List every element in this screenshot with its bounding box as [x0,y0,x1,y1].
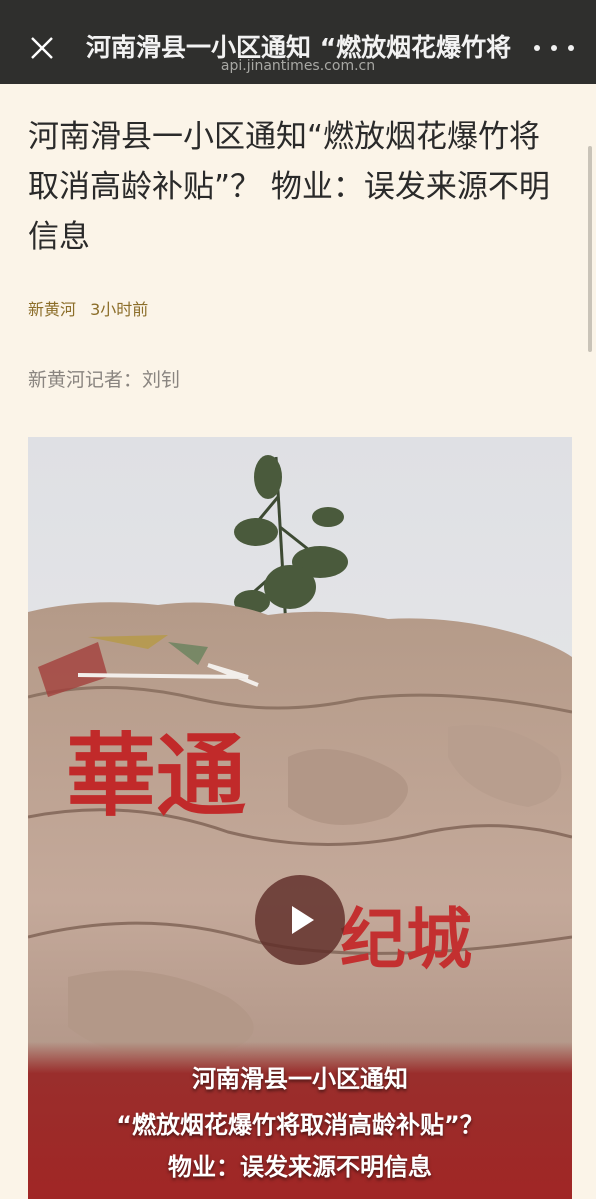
article-headline: 河南滑县一小区通知“燃放烟花爆竹将取消高龄补贴”？ 物业：误发来源不明信息 [28,119,550,255]
caption-line-3: 物业：误发来源不明信息 [168,1153,432,1181]
video-player[interactable]: 華通 纪城 河南滑县一小区通知 “燃放烟花爆竹将取消高龄补贴”？ 物业：误发来源… [28,437,572,1199]
rock-text-1: 華通 [66,723,246,829]
page-url: api.jinantimes.com.cn [220,58,376,74]
caption-line-2: “燃放烟花爆竹将取消高龄补贴”？ [116,1111,484,1139]
caption-line-1: 河南滑县一小区通知 [192,1065,408,1093]
play-icon [292,906,314,934]
play-button[interactable] [255,875,345,965]
article-source[interactable]: 新黄河 [28,300,76,319]
top-bar: 河南滑县一小区通知 “燃放烟花爆竹将 api.jinantimes.com.cn [0,0,596,84]
article-reporter: 新黄河记者：刘钊 [28,369,181,391]
more-button[interactable] [534,34,574,62]
rock-text-2: 纪城 [340,900,472,978]
article-meta: 新黄河 3小时前 [28,296,148,320]
article-time: 3小时前 [90,300,149,319]
scrollbar-thumb[interactable] [588,146,592,352]
more-dots-icon [534,45,540,51]
